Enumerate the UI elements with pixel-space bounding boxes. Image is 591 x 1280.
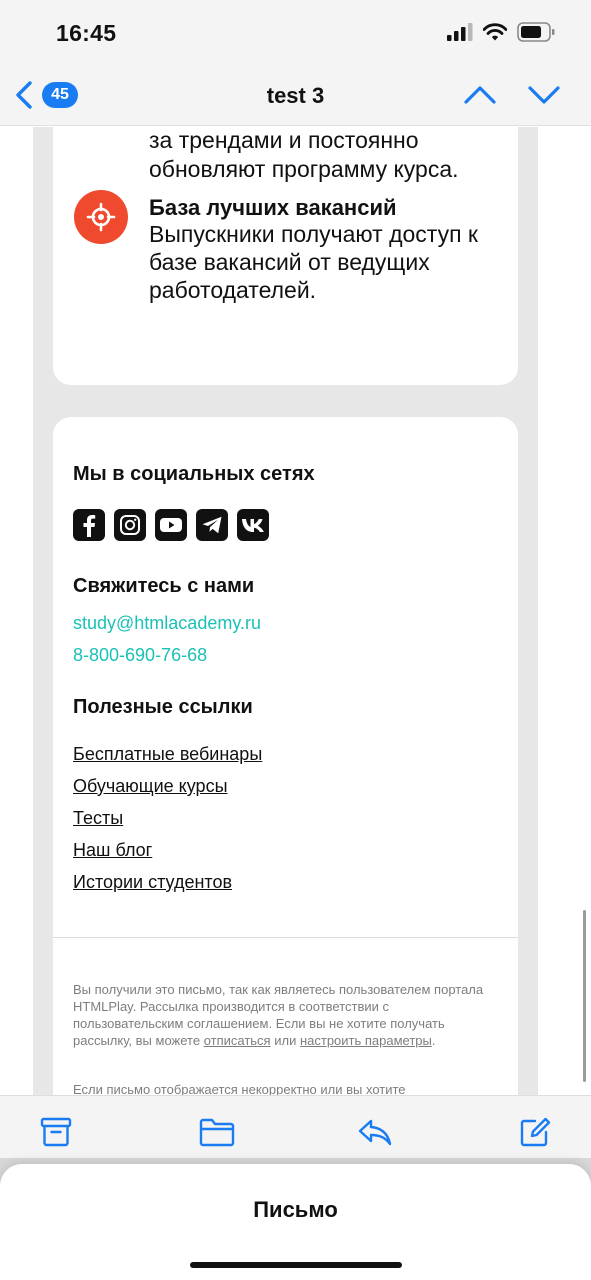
- archive-button[interactable]: [39, 1116, 75, 1150]
- feature-continued-text: за трендами и постоянно обновляют програ…: [149, 127, 459, 184]
- battery-icon: [517, 22, 555, 42]
- footer-card: Мы в социальных сетях Свяжитесь с нами s…: [53, 417, 518, 1095]
- link-student-stories[interactable]: Истории студентов: [73, 872, 232, 893]
- telegram-icon: [202, 516, 222, 534]
- folder-icon: [199, 1118, 235, 1147]
- youtube-link[interactable]: [155, 509, 187, 541]
- contact-phone-link[interactable]: 8-800-690-76-68: [73, 645, 207, 666]
- home-indicator[interactable]: [190, 1262, 402, 1268]
- signal-icon: [447, 23, 473, 41]
- disclaimer-end: .: [431, 1033, 436, 1048]
- social-links: [73, 509, 269, 541]
- vk-link[interactable]: [237, 509, 269, 541]
- chevron-down-icon: [528, 86, 560, 104]
- feature-description: Выпускники получают доступ к базе ваканс…: [149, 221, 478, 303]
- disclaimer-text: Вы получили это письмо, так как являетес…: [73, 981, 488, 1049]
- social-heading: Мы в социальных сетях: [73, 463, 315, 485]
- previous-message-button[interactable]: [463, 82, 497, 108]
- status-icons: [447, 22, 555, 42]
- feature-text-line-1: за трендами и постоянно: [149, 127, 419, 153]
- status-time: 16:45: [56, 20, 117, 46]
- disclaimer-or: или: [270, 1033, 300, 1048]
- mail-body[interactable]: за трендами и постоянно обновляют програ…: [0, 127, 591, 1095]
- feature-text-line-2: обновляют программу курса.: [149, 156, 459, 182]
- target-icon: [86, 202, 116, 232]
- link-free-webinars[interactable]: Бесплатные вебинары: [73, 744, 262, 765]
- chevron-up-icon: [464, 86, 496, 104]
- sheet-title: Письмо: [253, 1197, 338, 1222]
- next-message-button[interactable]: [527, 82, 561, 108]
- move-to-folder-button[interactable]: [198, 1116, 236, 1150]
- display-issue-text: Если письмо отображается некорректно или…: [73, 1082, 406, 1095]
- features-card: за трендами и постоянно обновляют програ…: [53, 127, 518, 385]
- compose-button[interactable]: [518, 1116, 554, 1150]
- facebook-icon: [83, 515, 96, 537]
- youtube-icon: [160, 518, 182, 532]
- contact-heading: Свяжитесь с нами: [73, 575, 255, 597]
- bottom-toolbar: [0, 1095, 591, 1167]
- feature-title: База лучших вакансий: [149, 195, 397, 220]
- status-bar: 16:45: [0, 0, 591, 66]
- scrollbar[interactable]: [583, 910, 586, 1082]
- footer-divider: [53, 937, 518, 938]
- unsubscribe-link[interactable]: отписаться: [204, 1033, 271, 1048]
- contact-email-link[interactable]: study@htmlacademy.ru: [73, 613, 261, 634]
- link-tests[interactable]: Тесты: [73, 808, 123, 829]
- link-courses[interactable]: Обучающие курсы: [73, 776, 228, 797]
- reply-icon: [358, 1119, 392, 1146]
- message-nav-arrows: [463, 82, 561, 108]
- compose-icon: [520, 1117, 551, 1147]
- link-blog[interactable]: Наш блог: [73, 840, 152, 861]
- instagram-icon: [120, 515, 140, 535]
- wifi-icon: [483, 23, 507, 41]
- facebook-link[interactable]: [73, 509, 105, 541]
- settings-link[interactable]: настроить параметры: [300, 1033, 432, 1048]
- archive-icon: [40, 1117, 72, 1147]
- feature-icon-circle: [74, 190, 128, 244]
- telegram-link[interactable]: [196, 509, 228, 541]
- vk-icon: [242, 519, 264, 532]
- instagram-link[interactable]: [114, 509, 146, 541]
- message-sheet[interactable]: Письмо: [0, 1164, 591, 1280]
- useful-links-heading: Полезные ссылки: [73, 696, 253, 718]
- reply-button[interactable]: [356, 1116, 394, 1150]
- nav-bar: 45 test 3: [0, 66, 591, 126]
